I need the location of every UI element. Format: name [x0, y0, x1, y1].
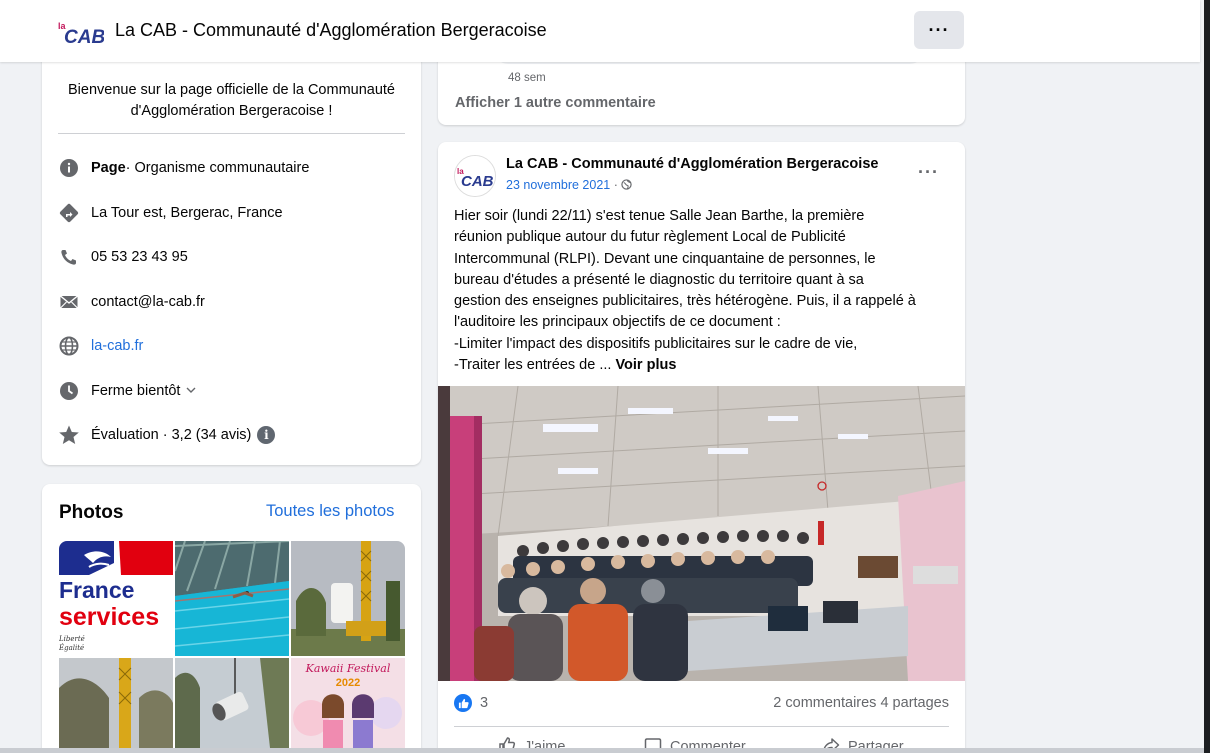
divider: [58, 133, 405, 134]
post-stats: 2 commentaires 4 partages: [773, 695, 949, 711]
info-website: la-cab.fr: [58, 335, 143, 357]
post-date-link[interactable]: 23 novembre 2021: [506, 178, 610, 192]
category-label: Page: [91, 160, 126, 176]
public-globe-icon: [621, 178, 633, 192]
photo-swimming-pool[interactable]: [175, 541, 289, 656]
chevron-down-icon[interactable]: [186, 385, 196, 397]
see-all-photos-link[interactable]: Toutes les photos: [266, 502, 394, 521]
see-more-link[interactable]: Voir plus: [615, 357, 676, 373]
email-text[interactable]: contact@la-cab.fr: [91, 294, 205, 310]
info-hours[interactable]: Ferme bientôt: [58, 380, 196, 402]
post-card: la CAB La CAB - Communauté d'Agglomérati…: [437, 142, 966, 753]
post-photo-meeting[interactable]: [437, 385, 966, 681]
post-author-avatar[interactable]: la CAB: [454, 155, 496, 197]
post-body: Hier soir (lundi 22/11) s'est tenue Sall…: [454, 206, 952, 376]
svg-text:Kawaii Festival: Kawaii Festival: [305, 662, 391, 675]
globe-icon: [58, 335, 80, 357]
svg-text:Égalité: Égalité: [59, 643, 84, 652]
svg-text:services: services: [59, 603, 159, 631]
cab-logo[interactable]: la CAB: [56, 18, 104, 46]
post-line: l'auditoire les principaux objectifs de …: [454, 314, 781, 331]
post-date: 23 novembre 2021 ·: [506, 178, 633, 192]
comments-count-link[interactable]: 2 commentaires: [773, 695, 876, 711]
address-text[interactable]: La Tour est, Bergerac, France: [91, 205, 283, 221]
photos-card: Photos Toutes les photos France services…: [42, 484, 421, 753]
rating-info-icon[interactable]: i: [257, 426, 276, 444]
phone-text[interactable]: 05 53 23 43 95: [91, 249, 188, 265]
window-bottom-edge: [0, 748, 1204, 753]
post-line: bureau d'études a présenté le diagnostic…: [454, 271, 864, 288]
post-line: -Limiter l'impact des dispositifs public…: [454, 335, 858, 352]
website-link[interactable]: la-cab.fr: [91, 338, 143, 354]
comment-time[interactable]: 48 sem: [508, 72, 546, 84]
photos-title: Photos: [59, 502, 124, 523]
page-title: La CAB - Communauté d'Agglomération Berg…: [115, 20, 547, 40]
svg-text:Liberté: Liberté: [59, 635, 85, 643]
page-header: la CAB La CAB - Communauté d'Agglomérati…: [0, 0, 1200, 62]
info-phone: 05 53 23 43 95: [58, 246, 188, 268]
photo-kawaii-festival[interactable]: Kawaii Festival 2022: [291, 658, 405, 748]
reactions-summary[interactable]: 3: [454, 694, 488, 712]
show-more-comments-link[interactable]: Afficher 1 autre commentaire: [455, 95, 656, 111]
info-category: Page · Organisme communautaire: [58, 157, 309, 179]
window-edge: [1204, 0, 1210, 753]
more-options-button[interactable]: ···: [914, 11, 964, 49]
photo-france-services[interactable]: France services Liberté Égalité: [59, 541, 173, 656]
photo-pipe-lift[interactable]: [175, 658, 289, 748]
hours-text: Ferme bientôt: [91, 383, 181, 399]
intro-card: Bienvenue sur la page officielle de la C…: [42, 50, 421, 465]
shares-count-link[interactable]: 4 partages: [880, 695, 949, 711]
clock-icon: [58, 380, 80, 402]
svg-text:CAB: CAB: [461, 173, 494, 190]
intro-welcome-text: Bienvenue sur la page officielle de la C…: [68, 82, 395, 119]
svg-text:France: France: [59, 577, 134, 603]
post-line: gestion des enseignes publicitaires, trè…: [454, 293, 916, 310]
reactions-count: 3: [480, 695, 489, 711]
location-icon: [58, 202, 80, 224]
post-line: Hier soir (lundi 22/11) s'est tenue Sall…: [454, 208, 865, 224]
svg-text:2022: 2022: [336, 677, 360, 689]
category-value: · Organisme communautaire: [125, 160, 310, 176]
post-options-button[interactable]: ···: [918, 162, 939, 183]
phone-icon: [58, 246, 80, 268]
info-address: La Tour est, Bergerac, France: [58, 202, 283, 224]
post-line-last: -Traiter les entrées de ... Voir plus: [454, 357, 677, 374]
info-icon: [58, 157, 80, 179]
info-rating: Évaluation · 3,2 (34 avis) i: [58, 424, 276, 446]
like-reaction-icon: [454, 694, 472, 712]
email-icon: [58, 291, 80, 313]
post-line: Intercommunal (RLPI). Devant une cinquan…: [454, 250, 876, 267]
divider: [454, 726, 949, 727]
france-services-logo: France services Liberté Égalité: [59, 541, 173, 656]
photo-crane-silo[interactable]: [291, 541, 405, 656]
info-email: contact@la-cab.fr: [58, 291, 205, 313]
star-icon: [58, 424, 80, 446]
photo-crane[interactable]: [59, 658, 173, 748]
rating-text: Évaluation · 3,2 (34 avis): [91, 427, 252, 443]
svg-text:CAB: CAB: [64, 27, 104, 46]
post-line: réunion publique autour du futur règleme…: [454, 229, 846, 246]
post-author-name[interactable]: La CAB - Communauté d'Agglomération Berg…: [506, 156, 878, 172]
